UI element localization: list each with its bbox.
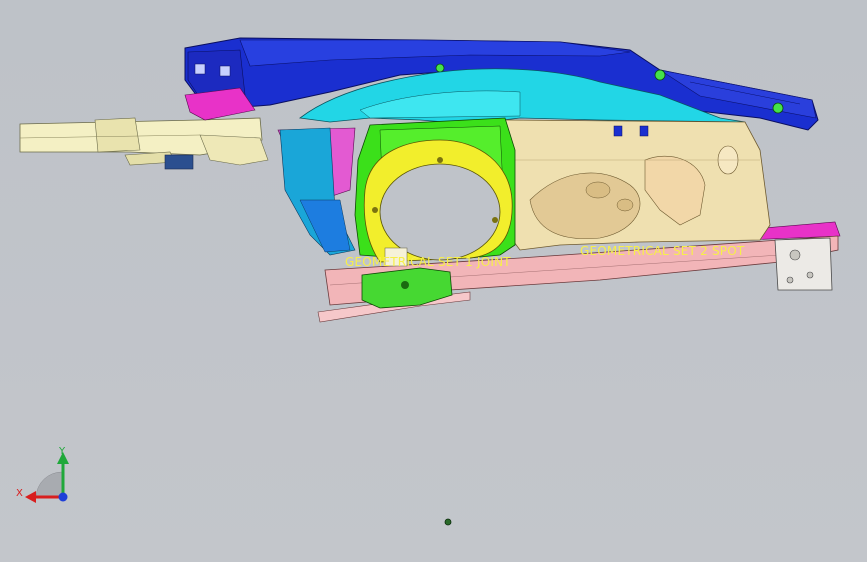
origin-point-marker[interactable] — [444, 518, 452, 526]
geometrical-set-2-label[interactable]: GEOMETRICAL SET 2 SPOT — [580, 244, 745, 258]
rear-mount-bracket-part[interactable] — [774, 237, 833, 291]
x-axis-label: X — [16, 488, 23, 499]
y-axis-label: Y — [58, 446, 66, 457]
front-tie-bar-part[interactable] — [19, 117, 269, 170]
geometrical-set-1-label[interactable]: GEOMETRICAL SET 1 JOINT — [345, 255, 511, 269]
3d-viewport[interactable]: GEOMETRICAL SET 1 JOINT GEOMETRICAL SET … — [0, 0, 867, 562]
axis-triad[interactable]: Y X — [16, 446, 69, 503]
car-body-assembly-model[interactable]: GEOMETRICAL SET 1 JOINT GEOMETRICAL SET … — [0, 0, 867, 562]
wheel-arch-yellow-part[interactable] — [363, 139, 513, 263]
z-axis-dot — [58, 492, 68, 502]
inner-panel-tan-part[interactable] — [504, 119, 771, 251]
